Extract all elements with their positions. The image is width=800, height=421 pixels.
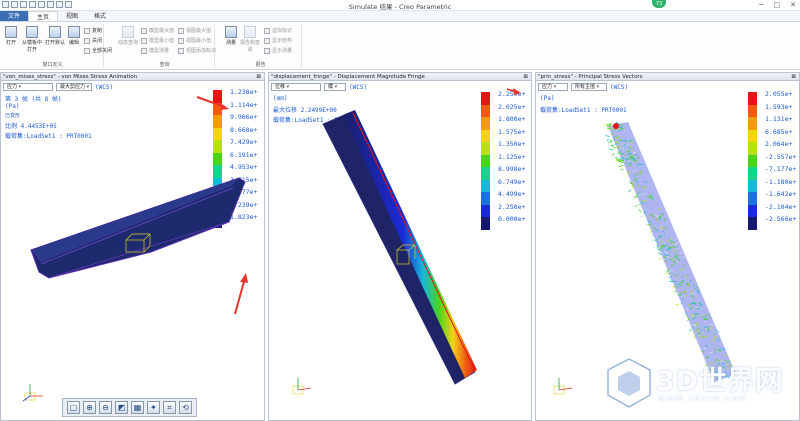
annotation-icon[interactable]: ⌗ — [163, 401, 176, 414]
copy-icon — [84, 27, 90, 34]
measure-icon — [141, 47, 147, 54]
open-from-template-button[interactable]: 从模板中打开 — [21, 26, 43, 53]
report-icon — [244, 26, 256, 38]
window-definition-group: 打开 从模板中打开 打开默认 编辑 复制 关闭 全部关闭 窗口定义 — [2, 24, 112, 68]
close-icon[interactable]: ⊠ — [791, 73, 796, 81]
template-icon — [26, 26, 38, 38]
model-view — [292, 88, 521, 395]
viewport-von-mises[interactable]: "von_mises_stress" - von Mises Stress An… — [0, 72, 265, 421]
close-button[interactable]: 关闭 — [84, 37, 102, 44]
min-icon — [141, 37, 147, 44]
red-arrow-icon — [506, 88, 521, 95]
ruler-icon — [225, 26, 237, 38]
report-query-button[interactable]: 报告和查询 — [240, 26, 260, 53]
close-icon — [84, 37, 90, 44]
minimize-icon[interactable]: ─ — [759, 1, 763, 9]
edit-icon — [68, 26, 80, 38]
viewport-header: "prin_stress" - Principal Stress Vectors… — [536, 73, 799, 81]
window-title: Simulate 结果 - Creo Parametric — [348, 3, 452, 11]
axis-triad-icon — [292, 378, 312, 395]
open-icon — [5, 26, 17, 38]
watermark-text: 3D世界网 — [656, 366, 784, 397]
view-add-label-button[interactable]: 视图添加标识 — [178, 47, 216, 54]
query-icon — [122, 26, 134, 38]
axis-triad-icon — [553, 378, 573, 395]
axis-triad-icon — [22, 384, 43, 402]
min-icon — [178, 37, 184, 44]
label-icon — [178, 47, 184, 54]
max-icon — [178, 27, 184, 34]
tab-file[interactable]: 文件 — [0, 11, 29, 21]
measure-icon — [264, 47, 270, 54]
edit-button[interactable]: 编辑 — [65, 26, 83, 46]
viewport-header: "von_mises_stress" - von Mises Stress An… — [1, 73, 264, 81]
show-measure-button[interactable]: 显示测量 — [264, 47, 292, 54]
zoom-in-icon[interactable]: ⊕ — [83, 401, 96, 414]
viewport-displacement[interactable]: "displacement_fringe" - Displacement Mag… — [268, 72, 532, 421]
refit-icon[interactable]: ▢ — [67, 401, 80, 414]
view-min-button[interactable]: 视图最小值 — [178, 37, 211, 44]
virtual-icon — [264, 27, 270, 34]
datum-display-icon[interactable]: ✦ — [147, 401, 160, 414]
virtual-label-button[interactable]: 虚拟标识 — [264, 27, 292, 34]
ribbon: 打开 从模板中打开 打开默认 编辑 复制 关闭 全部关闭 窗口定义 动态查询 模… — [0, 22, 800, 70]
model-measure-button[interactable]: 模型测量 — [141, 47, 169, 54]
close-icon[interactable]: ⊠ — [523, 73, 528, 81]
structure-icon — [264, 37, 270, 44]
dynamic-query-button[interactable]: 动态查询 — [117, 26, 139, 46]
group-label: 报告 — [255, 62, 266, 68]
model-max-button[interactable]: 模型最大值 — [141, 27, 174, 34]
group-label: 窗口定义 — [42, 62, 63, 68]
group-label: 查询 — [159, 62, 170, 68]
spin-center-icon[interactable]: ⟲ — [179, 401, 192, 414]
close-icon[interactable]: ✕ — [790, 1, 796, 9]
close-icon[interactable]: ⊠ — [256, 73, 261, 81]
model-min-button[interactable]: 模型最小值 — [141, 37, 174, 44]
query-group: 动态查询 模型最大值 模型最小值 模型测量 视图最大值 视图最小值 视图添加标识… — [115, 24, 216, 68]
tab-view[interactable]: 视图 — [58, 11, 86, 21]
default-icon — [49, 26, 61, 38]
tab-home[interactable]: 主页 — [28, 11, 59, 21]
ribbon-tabs: 文件 主页 视图 格式 — [0, 11, 800, 22]
close-all-button[interactable]: 全部关闭 — [84, 47, 112, 54]
model-view — [22, 96, 248, 402]
reorient-icon[interactable]: ◩ — [115, 401, 128, 414]
maximize-icon[interactable]: □ — [774, 1, 781, 9]
copy-button[interactable]: 复制 — [84, 27, 102, 34]
view-toolbar: ▢ ⊕ ⊖ ◩ ▦ ✦ ⌗ ⟲ — [62, 398, 197, 417]
watermark-logo: 3D世界网 WWW.3DSJW.COM — [600, 355, 800, 421]
viewport-header: "displacement_fringe" - Displacement Mag… — [269, 73, 531, 81]
watermark-url: WWW.3DSJW.COM — [658, 395, 748, 403]
show-structure-button[interactable]: 显示结构 — [264, 37, 292, 44]
tab-format[interactable]: 格式 — [86, 11, 114, 21]
close-all-icon — [84, 47, 90, 54]
zoom-out-icon[interactable]: ⊖ — [99, 401, 112, 414]
view-max-button[interactable]: 视图最大值 — [178, 27, 211, 34]
open-default-button[interactable]: 打开默认 — [44, 26, 66, 46]
display-style-icon[interactable]: ▦ — [131, 401, 144, 414]
report-group: 测量 报告和查询 虚拟标识 显示结构 显示测量 报告 — [220, 24, 302, 68]
cube-logo-icon — [607, 358, 651, 408]
title-bar: Simulate 结果 - Creo Parametric 73 ─ □ ✕ — [0, 0, 800, 11]
max-icon — [141, 27, 147, 34]
open-button[interactable]: 打开 — [2, 26, 20, 46]
measure-button[interactable]: 测量 — [222, 26, 240, 46]
